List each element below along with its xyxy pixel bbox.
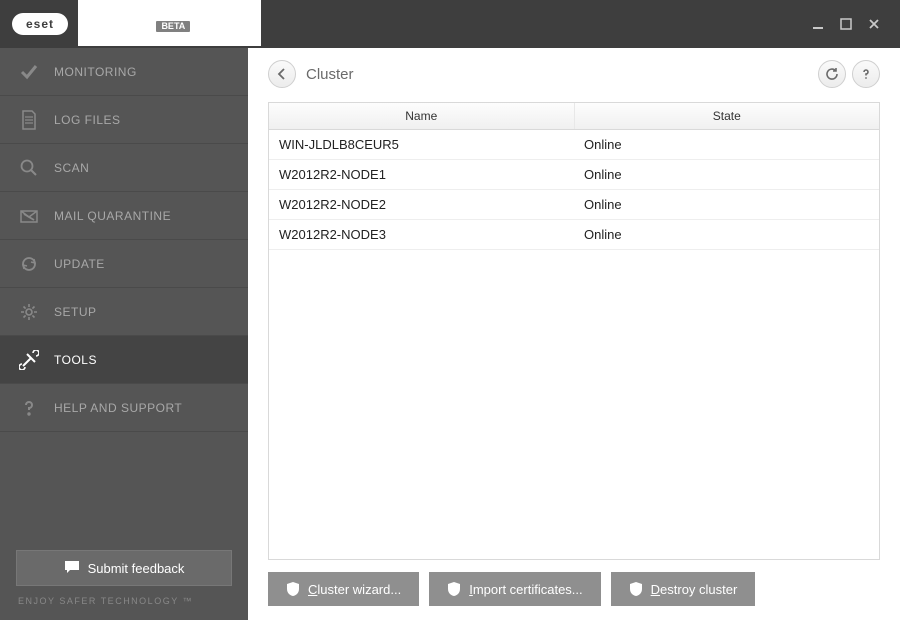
column-header-state[interactable]: State (574, 103, 879, 129)
gear-icon (18, 301, 40, 323)
submit-feedback-button[interactable]: Submit feedback (16, 550, 232, 586)
sidebar-item-monitoring[interactable]: MONITORING (0, 48, 248, 96)
titlebar: eset MAIL SECURITY BETA FOR MICROSOFT EX… (0, 0, 900, 48)
window-minimize-button[interactable] (804, 10, 832, 38)
cell-state: Online (574, 159, 879, 189)
table-row[interactable]: W2012R2-NODE2Online (269, 189, 879, 219)
tools-icon (18, 349, 40, 371)
mail-blocked-icon (18, 205, 40, 227)
cell-state: Online (574, 219, 879, 249)
table-row[interactable]: W2012R2-NODE3Online (269, 219, 879, 249)
question-icon (18, 397, 40, 419)
brand-logo: eset (12, 13, 68, 35)
table-row[interactable]: WIN-JLDLB8CEUR5Online (269, 129, 879, 159)
app-window: eset MAIL SECURITY BETA FOR MICROSOFT EX… (0, 0, 900, 620)
help-button[interactable] (852, 60, 880, 88)
button-label: Destroy cluster (651, 582, 738, 597)
button-label: Cluster wizard... (308, 582, 401, 597)
window-maximize-button[interactable] (832, 10, 860, 38)
sidebar-item-setup[interactable]: SETUP (0, 288, 248, 336)
brand-title: MAIL SECURITY (98, 4, 241, 21)
shield-icon (286, 581, 300, 597)
cell-name: WIN-JLDLB8CEUR5 (269, 129, 574, 159)
cell-name: W2012R2-NODE3 (269, 219, 574, 249)
cluster-table-container: Name State WIN-JLDLB8CEUR5OnlineW2012R2-… (268, 102, 880, 560)
column-header-name[interactable]: Name (269, 103, 574, 129)
sidebar-item-tools[interactable]: TOOLS (0, 336, 248, 384)
sidebar-item-quarantine[interactable]: MAIL QUARANTINE (0, 192, 248, 240)
sidebar-item-label: LOG FILES (54, 113, 121, 127)
main-panel: Cluster Name Sta (248, 48, 900, 620)
refresh-button[interactable] (818, 60, 846, 88)
refresh-icon (18, 253, 40, 275)
speech-bubble-icon (64, 560, 80, 577)
sidebar-item-label: MAIL QUARANTINE (54, 209, 171, 223)
sidebar-item-update[interactable]: UPDATE (0, 240, 248, 288)
footer-actions: Cluster wizard... Import certificates...… (268, 572, 880, 606)
nav: MONITORING LOG FILES SCAN (0, 48, 248, 538)
table-row[interactable]: W2012R2-NODE1Online (269, 159, 879, 189)
page-header: Cluster (268, 60, 880, 88)
import-certificates-button[interactable]: Import certificates... (429, 572, 600, 606)
svg-text:eset: eset (26, 17, 54, 31)
cell-state: Online (574, 189, 879, 219)
checkmark-icon (18, 61, 40, 83)
cell-state: Online (574, 129, 879, 159)
back-button[interactable] (268, 60, 296, 88)
cluster-wizard-button[interactable]: Cluster wizard... (268, 572, 419, 606)
cell-name: W2012R2-NODE2 (269, 189, 574, 219)
destroy-cluster-button[interactable]: Destroy cluster (611, 572, 756, 606)
button-label: Import certificates... (469, 582, 582, 597)
sidebar-item-logfiles[interactable]: LOG FILES (0, 96, 248, 144)
feedback-label: Submit feedback (88, 561, 185, 576)
cluster-table: Name State WIN-JLDLB8CEUR5OnlineW2012R2-… (269, 103, 879, 250)
sidebar-item-label: MONITORING (54, 65, 137, 79)
sidebar-item-label: HELP AND SUPPORT (54, 401, 182, 415)
search-icon (18, 157, 40, 179)
shield-icon (629, 581, 643, 597)
sidebar: MONITORING LOG FILES SCAN (0, 48, 248, 620)
sidebar-item-help[interactable]: HELP AND SUPPORT (0, 384, 248, 432)
sidebar-item-label: TOOLS (54, 353, 97, 367)
tagline: ENJOY SAFER TECHNOLOGY ™ (0, 596, 248, 620)
window-close-button[interactable] (860, 10, 888, 38)
sidebar-item-label: SETUP (54, 305, 97, 319)
document-icon (18, 109, 40, 131)
page-title: Cluster (306, 66, 354, 83)
beta-badge: BETA (156, 21, 190, 32)
shield-icon (447, 581, 461, 597)
sidebar-item-label: UPDATE (54, 257, 105, 271)
sidebar-item-scan[interactable]: SCAN (0, 144, 248, 192)
cell-name: W2012R2-NODE1 (269, 159, 574, 189)
sidebar-item-label: SCAN (54, 161, 89, 175)
